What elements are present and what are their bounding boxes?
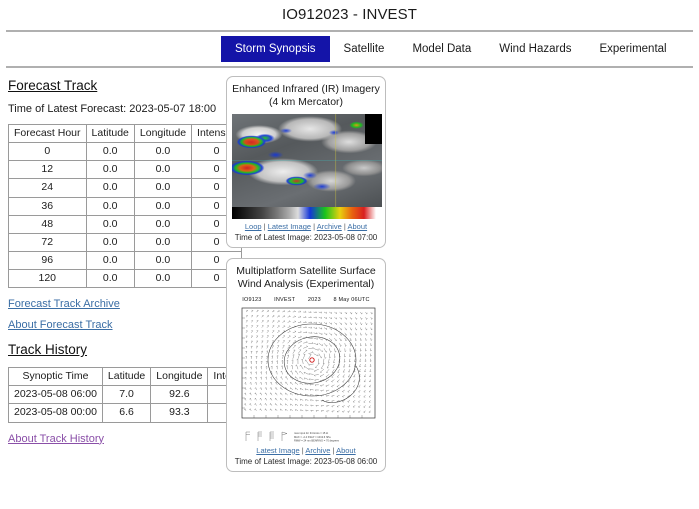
cell-hour: 72 bbox=[9, 233, 87, 251]
cell-lon: 0.0 bbox=[134, 215, 191, 233]
table-row: 96 0.0 0.0 0 bbox=[9, 251, 242, 269]
main-content: Forecast Track Time of Latest Forecast: … bbox=[0, 68, 699, 482]
cell-lat: 0.0 bbox=[86, 179, 134, 197]
cell-lon: 0.0 bbox=[134, 197, 191, 215]
tab-bar-spacer bbox=[6, 36, 221, 62]
forecast-track-table: Forecast Hour Latitude Longitude Intensi… bbox=[8, 124, 242, 288]
cell-hour: 120 bbox=[9, 270, 87, 288]
cell-hour: 96 bbox=[9, 251, 87, 269]
ir-panel-links: Loop | Latest Image | Archive | About bbox=[232, 222, 380, 231]
table-row: 12 0.0 0.0 0 bbox=[9, 161, 242, 179]
tab-satellite[interactable]: Satellite bbox=[330, 36, 399, 62]
cell-lat: 7.0 bbox=[102, 386, 150, 404]
ir-latest-image-link[interactable]: Latest Image bbox=[268, 222, 311, 231]
ir-imagery-panel: Enhanced Infrared (IR) Imagery (4 km Mer… bbox=[226, 76, 386, 248]
ir-latest-image-time: Time of Latest Image: 2023-05-08 07:00 bbox=[232, 233, 380, 242]
col-synoptic-time: Synoptic Time bbox=[9, 368, 103, 386]
about-track-history-link[interactable]: About Track History bbox=[8, 433, 218, 445]
ir-satellite-image[interactable] bbox=[232, 114, 382, 207]
col-forecast-hour: Forecast Hour bbox=[9, 125, 87, 143]
cell-lon: 0.0 bbox=[134, 161, 191, 179]
about-forecast-track-link[interactable]: About Forecast Track bbox=[8, 319, 218, 331]
ir-loop-link[interactable]: Loop bbox=[245, 222, 262, 231]
table-header-row: Synoptic Time Latitude Longitude Intensi… bbox=[9, 368, 259, 386]
tab-experimental[interactable]: Experimental bbox=[585, 36, 680, 62]
cell-lon: 0.0 bbox=[134, 233, 191, 251]
wind-year: 2023 bbox=[308, 297, 321, 303]
table-row: 0 0.0 0.0 0 bbox=[9, 143, 242, 161]
tab-storm-synopsis[interactable]: Storm Synopsis bbox=[221, 36, 330, 62]
track-history-table: Synoptic Time Latitude Longitude Intensi… bbox=[8, 367, 259, 422]
wind-plot-header: IO9123 INVEST 2023 8 May 06UTC bbox=[232, 297, 380, 303]
cell-lon: 0.0 bbox=[134, 143, 191, 161]
ir-about-link[interactable]: About bbox=[347, 222, 367, 231]
cell-time: 2023-05-08 06:00 bbox=[9, 386, 103, 404]
cell-lon: 92.6 bbox=[151, 386, 208, 404]
wind-latest-image-link[interactable]: Latest Image bbox=[256, 446, 299, 455]
table-row: 2023-05-08 06:00 7.0 92.6 20 bbox=[9, 386, 259, 404]
cell-hour: 12 bbox=[9, 161, 87, 179]
wind-panel-links: Latest Image | Archive | About bbox=[232, 446, 380, 455]
cell-lat: 0.0 bbox=[86, 143, 134, 161]
cell-lat: 0.0 bbox=[86, 197, 134, 215]
cell-lat: 0.0 bbox=[86, 215, 134, 233]
cell-hour: 36 bbox=[9, 197, 87, 215]
ir-data-gap bbox=[365, 114, 382, 144]
cell-lat: 0.0 bbox=[86, 251, 134, 269]
wind-plot-legend: max input for 34 knots = 15 kt MAX = -2.… bbox=[232, 429, 380, 443]
svg-text:RMW = 24 nm BEARING = 70 degr: RMW = 24 nm BEARING = 70 degrees bbox=[294, 438, 340, 442]
cell-lon: 0.0 bbox=[134, 179, 191, 197]
cell-hour: 24 bbox=[9, 179, 87, 197]
cell-lat: 0.0 bbox=[86, 161, 134, 179]
wind-barb-field-svg bbox=[232, 304, 382, 429]
wind-barb-scale-icon: max input for 34 knots = 15 kt MAX = -2.… bbox=[232, 429, 382, 443]
ir-color-bar bbox=[232, 207, 382, 219]
svg-text:max input for 34 knots = 15 kt: max input for 34 knots = 15 kt bbox=[294, 431, 328, 435]
tab-model-data[interactable]: Model Data bbox=[398, 36, 485, 62]
forecast-track-heading: Forecast Track bbox=[8, 78, 97, 93]
table-row: 48 0.0 0.0 0 bbox=[9, 215, 242, 233]
cell-lat: 0.0 bbox=[86, 270, 134, 288]
wind-storm-name: INVEST bbox=[274, 297, 295, 303]
col-latitude: Latitude bbox=[86, 125, 134, 143]
table-row: 24 0.0 0.0 0 bbox=[9, 179, 242, 197]
wind-storm-id: IO9123 bbox=[242, 297, 261, 303]
col-latitude: Latitude bbox=[102, 368, 150, 386]
cell-hour: 0 bbox=[9, 143, 87, 161]
ir-archive-link[interactable]: Archive bbox=[317, 222, 342, 231]
forecast-track-archive-link[interactable]: Forecast Track Archive bbox=[8, 298, 218, 310]
table-row: 120 0.0 0.0 0 bbox=[9, 270, 242, 288]
cell-lon: 0.0 bbox=[134, 270, 191, 288]
svg-text:MAX = -2.4 KSLP = 1013.6 hPa: MAX = -2.4 KSLP = 1013.6 hPa bbox=[294, 435, 331, 439]
latest-forecast-time: Time of Latest Forecast: 2023-05-07 18:0… bbox=[8, 103, 218, 115]
wind-analysis-panel: Multiplatform Satellite Surface Wind Ana… bbox=[226, 258, 386, 471]
cell-time: 2023-05-08 00:00 bbox=[9, 404, 103, 422]
tab-wind-hazards[interactable]: Wind Hazards bbox=[485, 36, 585, 62]
cell-lon: 0.0 bbox=[134, 251, 191, 269]
ir-panel-title: Enhanced Infrared (IR) Imagery (4 km Mer… bbox=[232, 83, 380, 109]
left-column: Forecast Track Time of Latest Forecast: … bbox=[8, 76, 218, 454]
wind-archive-link[interactable]: Archive bbox=[305, 446, 330, 455]
table-row: 2023-05-08 00:00 6.6 93.3 15 bbox=[9, 404, 259, 422]
panels-column: Enhanced Infrared (IR) Imagery (4 km Mer… bbox=[226, 76, 386, 482]
wind-datetime: 8 May 06UTC bbox=[334, 297, 370, 303]
wind-about-link[interactable]: About bbox=[336, 446, 356, 455]
cell-lat: 0.0 bbox=[86, 233, 134, 251]
col-longitude: Longitude bbox=[134, 125, 191, 143]
table-row: 72 0.0 0.0 0 bbox=[9, 233, 242, 251]
tab-bar: Storm Synopsis Satellite Model Data Wind… bbox=[6, 32, 693, 66]
cell-lon: 93.3 bbox=[151, 404, 208, 422]
track-history-heading: Track History bbox=[8, 342, 87, 357]
cell-lat: 6.6 bbox=[102, 404, 150, 422]
page-title: IO912023 - INVEST bbox=[0, 0, 699, 30]
table-row: 36 0.0 0.0 0 bbox=[9, 197, 242, 215]
table-header-row: Forecast Hour Latitude Longitude Intensi… bbox=[9, 125, 242, 143]
cell-hour: 48 bbox=[9, 215, 87, 233]
col-longitude: Longitude bbox=[151, 368, 208, 386]
wind-latest-image-time: Time of Latest Image: 2023-05-08 06:00 bbox=[232, 457, 380, 466]
wind-analysis-plot[interactable] bbox=[232, 304, 382, 429]
ir-coastline-overlay bbox=[232, 114, 382, 207]
wind-panel-title: Multiplatform Satellite Surface Wind Ana… bbox=[232, 265, 380, 291]
